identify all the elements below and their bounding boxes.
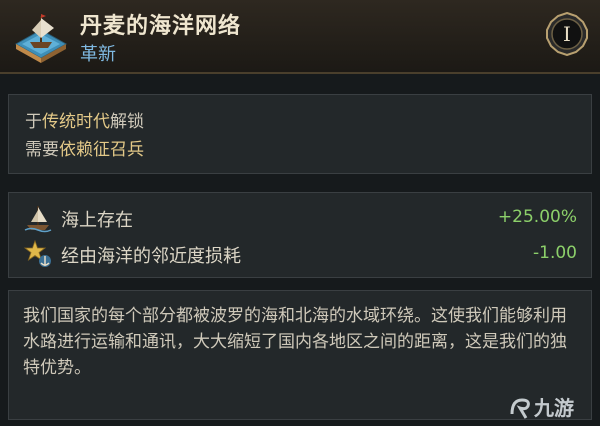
description-panel: 我们国家的每个部分都被波罗的海和北海的水域环绕。这使我们能够利用水路进行运输和通… [8,290,592,420]
ship-on-map-icon [14,14,68,63]
modifiers-panel: 海上存在 +25.00% 经由海洋的邻近度损耗 -1.00 [8,192,592,278]
tooltip-header: 丹麦的海洋网络 革新 I [0,0,600,74]
modifier-value: -1.00 [533,243,577,263]
sailboat-icon [24,206,52,233]
requirement-name: 依赖征召兵 [59,140,144,160]
star-anchor-icon [23,239,51,267]
era-name: 传统时代 [42,112,110,132]
modifier-value: +25.00% [497,207,577,227]
unlock-requirement-line: 需要依赖征召兵 [25,140,144,160]
modifier-row: 经由海洋的邻近度损耗 -1.00 [23,237,577,271]
tier-numeral: I [563,22,571,46]
modifier-label: 经由海洋的邻近度损耗 [61,246,241,267]
modifier-row: 海上存在 +25.00% [23,201,577,235]
unlock-panel: 于传统时代解锁 需要依赖征召兵 [8,94,592,174]
tooltip-title: 丹麦的海洋网络 [80,13,242,39]
modifier-label: 海上存在 [61,210,133,231]
tooltip-subtitle: 革新 [80,44,116,65]
tier-badge: I [546,12,588,56]
unlock-era-line: 于传统时代解锁 [25,112,144,132]
watermark-text: 九游 [534,396,574,420]
flavor-description: 我们国家的每个部分都被波罗的海和北海的水域环绕。这使我们能够利用水路进行运输和通… [23,306,567,378]
